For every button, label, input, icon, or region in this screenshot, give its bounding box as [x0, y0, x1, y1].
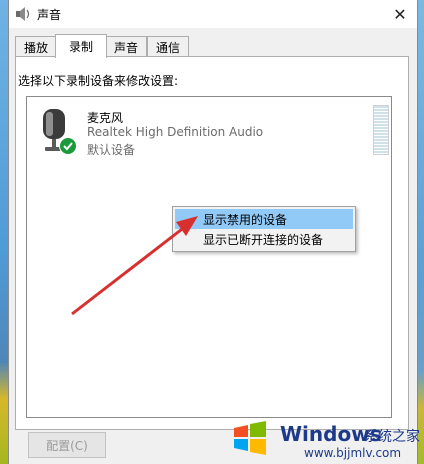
- close-icon: ✕: [393, 4, 407, 24]
- tab-communications[interactable]: 通信: [147, 36, 189, 57]
- tab-playback[interactable]: 播放: [15, 36, 57, 57]
- tab-recording[interactable]: 录制: [55, 34, 107, 58]
- instruction-text: 选择以下录制设备来修改设置:: [18, 74, 179, 88]
- tab-sounds[interactable]: 声音: [105, 36, 147, 57]
- device-status: 默认设备: [87, 143, 136, 157]
- device-description: Realtek High Definition Audio: [87, 125, 264, 139]
- menu-item-show-disabled-devices[interactable]: 显示禁用的设备: [175, 209, 353, 229]
- device-name: 麦克风: [87, 111, 124, 125]
- default-check-icon: [59, 137, 77, 155]
- watermark-url: www.bjjmlv.com: [304, 446, 402, 460]
- input-level-meter: [373, 105, 389, 155]
- device-item-microphone[interactable]: 麦克风 Realtek High Definition Audio 默认设备: [31, 103, 389, 157]
- close-button[interactable]: ✕: [383, 0, 417, 28]
- context-menu: 显示禁用的设备 显示已断开连接的设备: [172, 206, 356, 252]
- configure-button[interactable]: 配置(C): [28, 432, 106, 458]
- tab-bar: 播放 录制 声音 通信: [15, 34, 405, 58]
- watermark-brand-cn: 系统之家: [364, 429, 420, 445]
- speaker-icon: [16, 7, 30, 21]
- windows-logo-icon: [234, 421, 266, 455]
- menu-item-show-disconnected-devices[interactable]: 显示已断开连接的设备: [175, 229, 353, 249]
- window-title: 声音: [37, 8, 62, 22]
- site-watermark: Windows 系统之家 www.bjjmlv.com: [208, 416, 422, 462]
- recording-device-list[interactable]: 麦克风 Realtek High Definition Audio 默认设备: [26, 96, 392, 418]
- title-bar[interactable]: 声音 ✕: [9, 0, 417, 28]
